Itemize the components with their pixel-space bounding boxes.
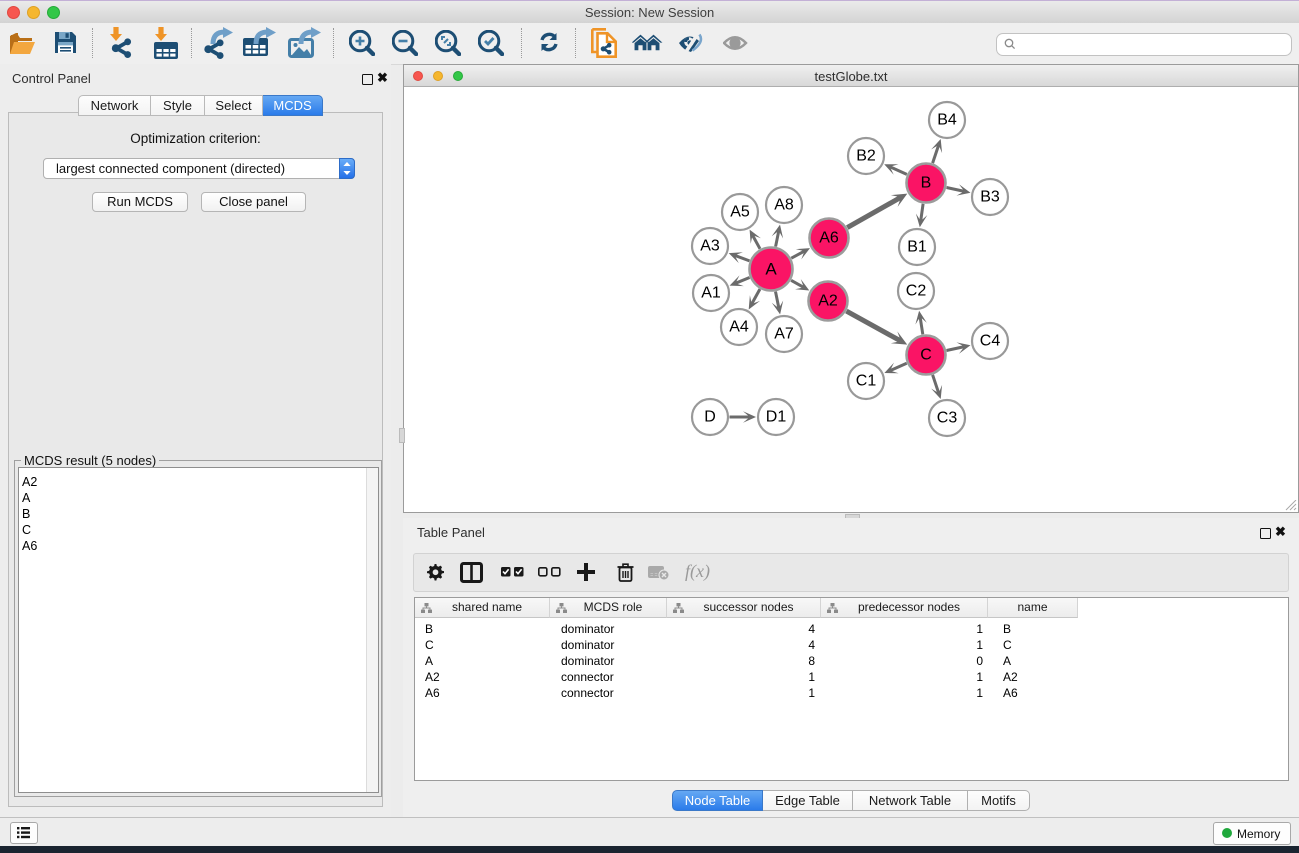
svg-text:B2: B2 [856, 148, 876, 165]
svg-text:A: A [765, 260, 777, 279]
svg-text:B4: B4 [937, 112, 957, 129]
svg-text:A7: A7 [774, 326, 794, 343]
svg-text:B1: B1 [907, 239, 927, 256]
svg-text:B3: B3 [980, 189, 1000, 206]
svg-text:D: D [704, 409, 716, 426]
svg-text:C3: C3 [937, 410, 958, 427]
svg-text:C2: C2 [906, 283, 927, 300]
svg-text:D1: D1 [766, 409, 787, 426]
svg-text:A3: A3 [700, 238, 720, 255]
svg-text:B: B [921, 175, 932, 192]
svg-text:A8: A8 [774, 197, 794, 214]
svg-text:C: C [920, 347, 932, 364]
svg-text:A1: A1 [701, 285, 721, 302]
svg-text:C1: C1 [856, 373, 877, 390]
svg-text:A4: A4 [729, 319, 749, 336]
svg-text:A2: A2 [818, 293, 838, 310]
svg-text:A6: A6 [819, 230, 839, 247]
svg-text:A5: A5 [730, 204, 750, 221]
svg-text:C4: C4 [980, 333, 1001, 350]
